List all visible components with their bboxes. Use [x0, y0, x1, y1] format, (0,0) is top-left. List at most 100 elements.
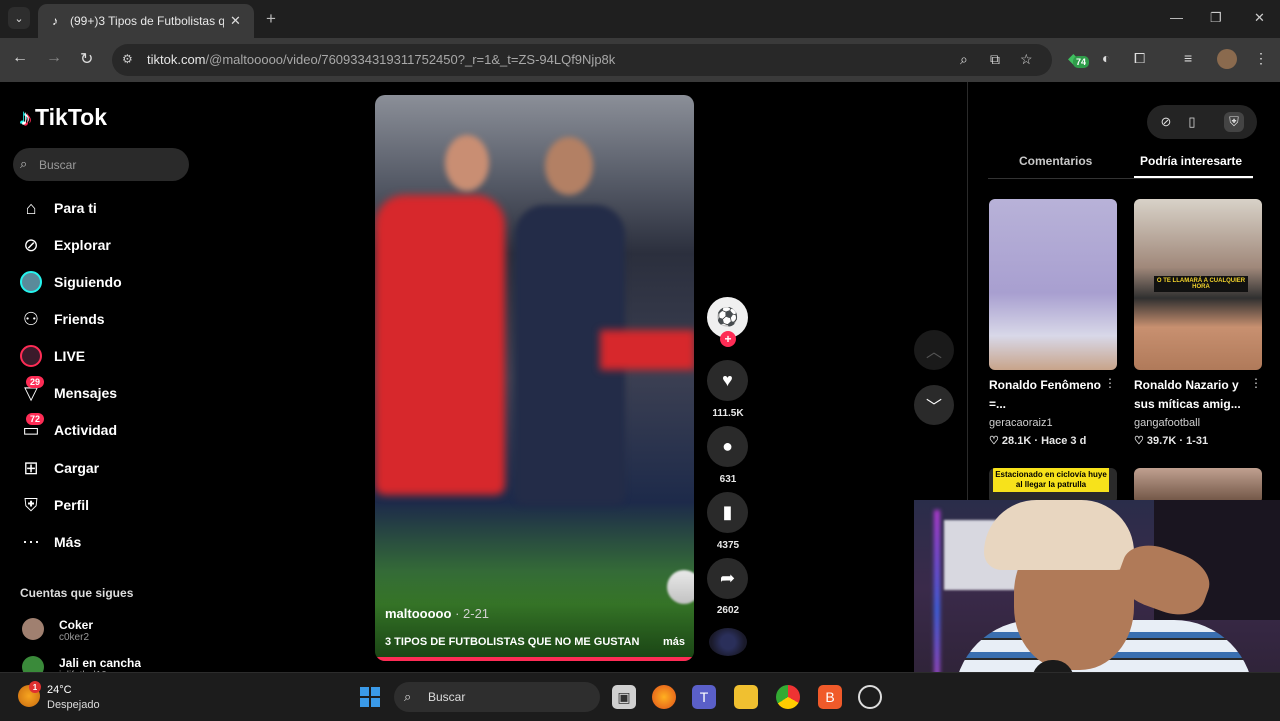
- nav-label: Más: [54, 534, 82, 550]
- back-button[interactable]: ←: [12, 49, 28, 67]
- install-app-icon[interactable]: ⧉: [990, 51, 1000, 68]
- media-control-icon[interactable]: ≡: [1184, 50, 1192, 66]
- tab-you-may-like[interactable]: Podría interesarte: [1140, 154, 1242, 168]
- profile-view-icon[interactable]: ⛨: [1224, 112, 1244, 132]
- comment-icon: ●: [722, 436, 733, 456]
- tab-title: (99+)3 Tipos de Futbolistas que: [70, 14, 224, 28]
- like-count: 111.5K: [712, 408, 744, 419]
- view-mode-switcher: ⊘ ▯ ⛨: [1147, 105, 1257, 139]
- new-tab-button[interactable]: +: [266, 9, 276, 29]
- account-username: c0ker2: [59, 632, 90, 643]
- save-count: 4375: [716, 540, 740, 551]
- caption-more-link[interactable]: más: [663, 636, 685, 648]
- nav-explore[interactable]: ⊘ Explorar: [20, 232, 110, 258]
- like-button[interactable]: ♥: [707, 360, 748, 401]
- profile-icon: ⛨: [24, 494, 38, 515]
- forward-button[interactable]: →: [46, 49, 62, 67]
- file-explorer-icon[interactable]: [734, 685, 758, 709]
- nav-label: Perfil: [54, 497, 90, 513]
- start-button[interactable]: [360, 687, 380, 707]
- nav-upload[interactable]: ⊞ Cargar: [20, 455, 99, 481]
- nav-live[interactable]: LIVE: [20, 343, 85, 369]
- video-player[interactable]: maltooooo · 2-21 3 TIPOS DE FUTBOLISTAS …: [375, 95, 694, 661]
- browser-profile-avatar[interactable]: [1217, 49, 1237, 69]
- nav-following[interactable]: Siguiendo: [20, 269, 122, 295]
- close-tab-icon[interactable]: ✕: [230, 13, 241, 29]
- video-thumbnail[interactable]: Estacionado en ciclovía huye al llegar l…: [989, 468, 1117, 504]
- nav-friends[interactable]: ⚇ Friends: [20, 306, 105, 332]
- chrome-icon[interactable]: [776, 685, 800, 709]
- following-section-title: Cuentas que sigues: [20, 586, 134, 600]
- account-name: Jali en cancha: [59, 656, 142, 670]
- baseball-cap: [984, 500, 1134, 570]
- card-username[interactable]: geracaoraiz1: [989, 417, 1053, 429]
- weather-temperature[interactable]: 24°C: [47, 684, 72, 696]
- video-frame-head: [545, 137, 593, 195]
- card-more-icon[interactable]: ⋮: [1104, 376, 1116, 390]
- music-disc-icon[interactable]: [709, 628, 747, 656]
- following-account[interactable]: Jali en cancha jalifutbol10: [22, 656, 141, 672]
- card-title[interactable]: Ronaldo Nazario y sus míticas amig...: [1134, 376, 1246, 414]
- close-window-button[interactable]: ✕: [1254, 10, 1265, 26]
- live-icon: [20, 345, 42, 367]
- bookmark-star-icon[interactable]: ☆: [1020, 51, 1033, 68]
- card-stats: ♡ 39.7K · 1-31: [1134, 435, 1209, 447]
- video-progress-bar[interactable]: [375, 657, 694, 661]
- thumbnail-caption: Estacionado en ciclovía huye al llegar l…: [993, 468, 1109, 492]
- video-thumbnail[interactable]: [989, 199, 1117, 370]
- card-username[interactable]: gangafootball: [1134, 417, 1200, 429]
- search-input[interactable]: [37, 154, 181, 176]
- chrome-menu-icon[interactable]: ⋮: [1254, 50, 1268, 67]
- tab-comments[interactable]: Comentarios: [1019, 154, 1092, 168]
- account-name: Coker: [59, 618, 94, 632]
- video-thumbnail[interactable]: O TE LLAMARÁ A CUALQUIER HORA: [1134, 199, 1262, 370]
- reload-button[interactable]: ↻: [80, 49, 93, 69]
- phone-icon[interactable]: ▯: [1182, 112, 1202, 132]
- teams-icon[interactable]: T: [692, 685, 716, 709]
- avatar: [22, 618, 44, 640]
- compass-icon[interactable]: ⊘: [1156, 112, 1176, 132]
- search-box[interactable]: ⌕: [13, 148, 189, 181]
- video-author[interactable]: maltooooo · 2-21: [385, 606, 489, 621]
- zoom-icon[interactable]: ⌕: [960, 51, 968, 68]
- nav-more[interactable]: ⋯ Más: [20, 529, 81, 555]
- nav-label: Cargar: [54, 460, 100, 476]
- following-avatar-icon: [20, 271, 42, 293]
- card-stats: ♡ 28.1K · Hace 3 d: [989, 435, 1087, 447]
- minimize-button[interactable]: —: [1170, 10, 1183, 25]
- compass-icon: ⊘: [23, 234, 39, 255]
- save-button[interactable]: ▮: [707, 492, 748, 533]
- card-title[interactable]: Ronaldo Fenômeno =...: [989, 376, 1101, 414]
- nav-for-you[interactable]: ⌂ Para ti: [20, 195, 97, 221]
- task-view-icon[interactable]: ▣: [612, 685, 636, 709]
- video-thumbnail[interactable]: [1134, 468, 1262, 504]
- following-account[interactable]: Coker c0ker2: [22, 618, 93, 643]
- brave-icon[interactable]: B: [818, 685, 842, 709]
- next-video-button[interactable]: ﹀: [914, 385, 954, 425]
- nav-profile[interactable]: ⛨ Perfil: [20, 492, 89, 518]
- share-button[interactable]: ➦: [707, 558, 748, 599]
- site-info-icon[interactable]: ⚙: [122, 52, 133, 66]
- tab-search-menu-button[interactable]: ⌄: [8, 7, 30, 29]
- extension-badge: 74: [1073, 56, 1090, 68]
- taskbar-search-label: Buscar: [428, 690, 466, 704]
- browser-tab[interactable]: ♪ (99+)3 Tipos de Futbolistas que ✕: [38, 4, 254, 38]
- taskbar-search[interactable]: ⌕ Buscar: [394, 682, 600, 712]
- follow-plus-button[interactable]: +: [720, 331, 736, 347]
- extensions-puzzle-icon[interactable]: ⧠: [1134, 50, 1145, 67]
- card-more-icon[interactable]: ⋮: [1250, 376, 1262, 390]
- video-caption: 3 TIPOS DE FUTBOLISTAS QUE NO ME GUSTAN …: [385, 636, 685, 648]
- address-bar[interactable]: ⚙ tiktok.com/@maltooooo/video/7609334319…: [112, 44, 1052, 76]
- restore-button[interactable]: ❐: [1210, 10, 1222, 26]
- previous-video-button[interactable]: ︿: [914, 330, 954, 370]
- tiktok-logo[interactable]: ♪ TikTok: [20, 104, 107, 131]
- video-frame-player-red: [375, 195, 505, 495]
- nav-messages[interactable]: ▽ 29 Mensajes: [20, 376, 117, 406]
- weather-description[interactable]: Despejado: [47, 699, 100, 711]
- bookmark-icon: ▮: [722, 502, 733, 522]
- obs-icon[interactable]: [858, 685, 882, 709]
- nav-activity[interactable]: ▭ 72 Actividad: [20, 413, 117, 443]
- extension-icon-2[interactable]: ◐: [1102, 50, 1110, 66]
- comment-button[interactable]: ●: [707, 426, 748, 467]
- firefox-icon[interactable]: [652, 685, 676, 709]
